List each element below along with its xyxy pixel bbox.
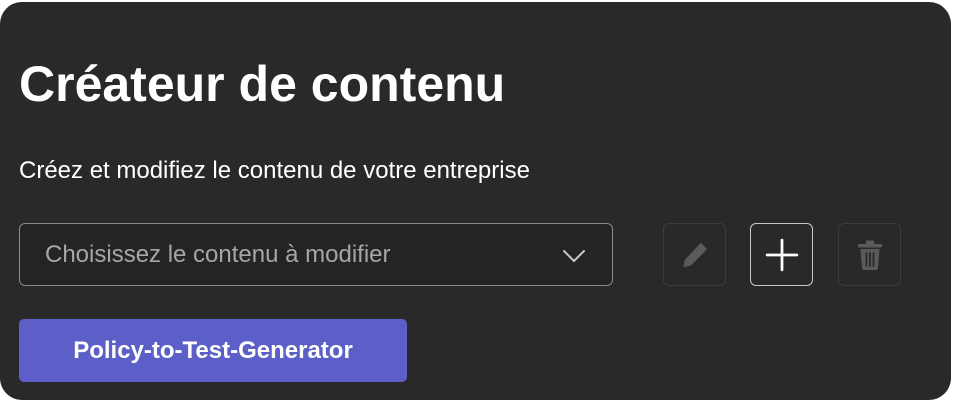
add-button[interactable] [750, 223, 813, 286]
trash-icon [857, 240, 882, 270]
content-select-dropdown[interactable]: Choisissez le contenu à modifier [19, 223, 613, 286]
page-title: Créateur de contenu [19, 56, 506, 112]
content-item-button[interactable]: Policy-to-Test-Generator [19, 319, 407, 382]
plus-icon [765, 238, 798, 271]
content-select-placeholder: Choisissez le contenu à modifier [45, 241, 391, 268]
delete-button[interactable] [838, 223, 901, 286]
content-creator-card: Créateur de contenu Créez et modifiez le… [0, 2, 951, 400]
chevron-down-icon [563, 250, 585, 262]
page-subtitle: Créez et modifiez le contenu de votre en… [19, 157, 530, 184]
pencil-icon [682, 242, 707, 267]
edit-button[interactable] [663, 223, 726, 286]
